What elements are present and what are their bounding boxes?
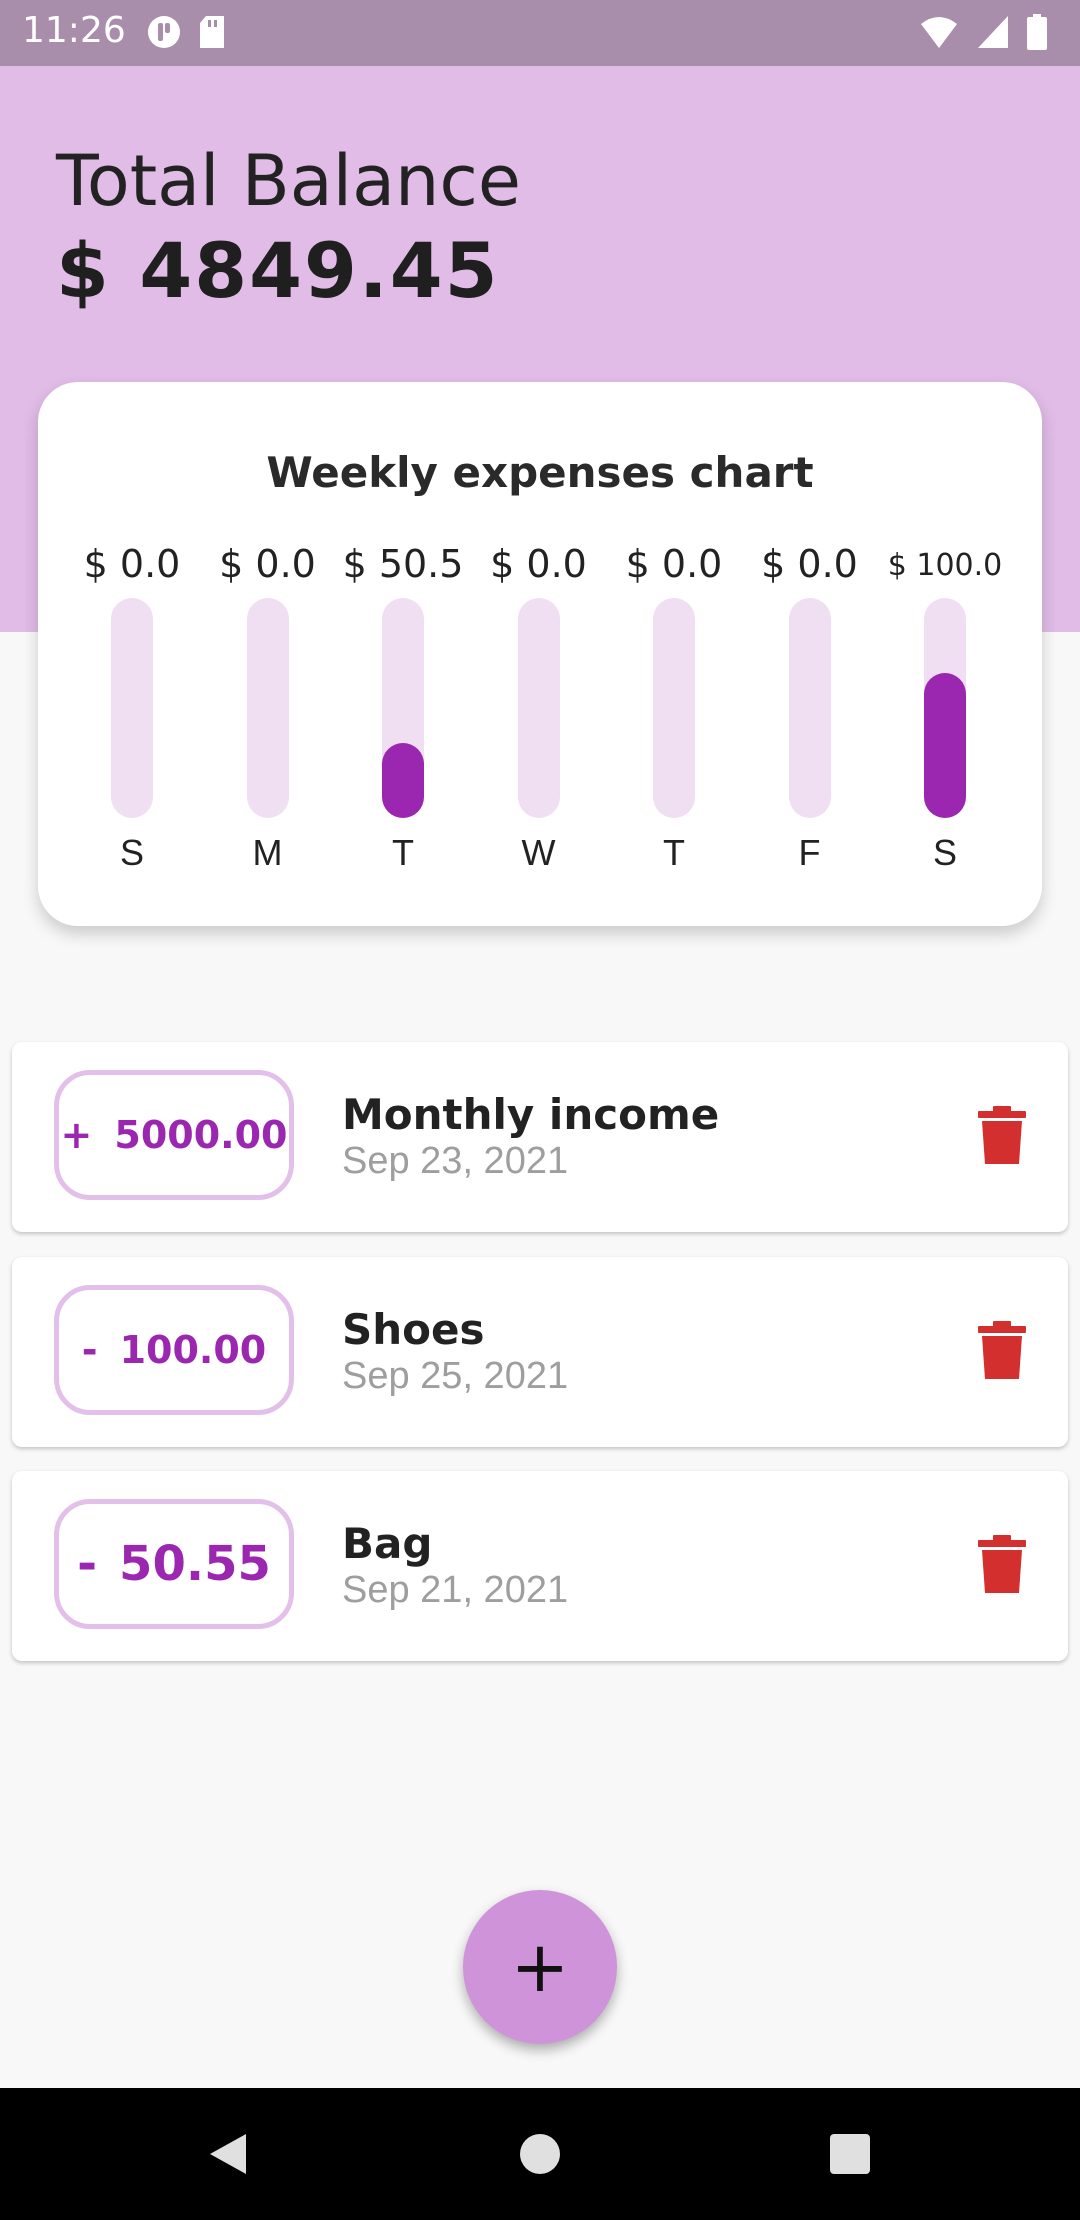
day-label: S (119, 832, 144, 873)
amount-sign: - (81, 1328, 98, 1372)
transaction-card[interactable]: -100.00 Shoes Sep 25, 2021 (12, 1257, 1068, 1447)
signal-icon (977, 16, 1008, 48)
amount-badge: -50.55 (54, 1499, 294, 1629)
transaction-card[interactable]: -50.55 Bag Sep 21, 2021 (12, 1471, 1068, 1661)
bar-track (111, 598, 153, 818)
amount-badge: +5000.00 (54, 1070, 294, 1200)
day-label: M (252, 832, 283, 873)
trash-icon[interactable] (978, 1535, 1026, 1593)
bar-track (924, 598, 966, 818)
bar-track (246, 598, 289, 818)
bar-track (382, 598, 424, 818)
bar-value-label: $ 0.0 (625, 542, 723, 586)
wifi-icon (921, 17, 958, 48)
amount-sign: - (77, 1536, 98, 1592)
balance-title: Total Balance (56, 140, 521, 222)
status-notification-icons (146, 14, 240, 50)
amount-value: 5000.00 (114, 1113, 288, 1157)
bar-fill (924, 672, 966, 818)
amount-value: 100.00 (119, 1328, 267, 1372)
add-transaction-button[interactable]: + (463, 1890, 617, 2044)
bar-value-label: $ 100.0 (887, 548, 1003, 583)
bar-track (788, 598, 831, 818)
battery-icon (1027, 14, 1047, 50)
status-system-icons (919, 14, 1060, 50)
amount-badge: -100.00 (54, 1285, 294, 1415)
weekly-expenses-chart: $ 0.0 S $ 0.0 M $ 50.5 T $ 0.0 W $ 0.0 T $ 0.0 F $ 1… (38, 382, 1042, 926)
recents-icon[interactable] (830, 2134, 870, 2174)
day-label: W (521, 832, 556, 873)
balance-amount: $ 4849.45 (56, 226, 500, 315)
home-icon[interactable] (520, 2134, 560, 2174)
system-nav-bar (0, 2088, 1080, 2220)
bar-value-label: $ 0.0 (83, 542, 181, 586)
bar-value-label: $ 0.0 (219, 542, 316, 586)
bar-value-label: $ 0.0 (490, 542, 587, 586)
weekly-chart-card: Weekly expenses chart $ 0.0 S $ 0.0 M $ 50.5… (38, 382, 1042, 926)
transaction-title: Bag (342, 1519, 433, 1568)
bar-track (517, 598, 560, 818)
back-icon[interactable] (206, 2130, 250, 2178)
bar-value-label: $ 50.5 (342, 542, 464, 586)
status-bar: 11:26 (0, 0, 1080, 66)
day-label: S (932, 832, 957, 873)
transaction-title: Shoes (342, 1305, 485, 1354)
app-notification-icon (148, 16, 180, 48)
amount-value: 50.55 (119, 1536, 271, 1592)
transaction-date: Sep 21, 2021 (342, 1569, 569, 1611)
plus-icon: + (510, 1926, 570, 2008)
status-time: 11:26 (22, 10, 126, 51)
transaction-date: Sep 25, 2021 (342, 1355, 569, 1397)
bar-fill (382, 743, 424, 818)
amount-sign: + (60, 1113, 93, 1157)
trash-icon[interactable] (978, 1321, 1026, 1379)
day-label: T (663, 832, 685, 873)
trash-icon[interactable] (978, 1106, 1026, 1164)
transaction-card[interactable]: +5000.00 Monthly income Sep 23, 2021 (12, 1042, 1068, 1232)
transaction-date: Sep 23, 2021 (342, 1140, 569, 1182)
sd-card-icon (200, 16, 225, 48)
day-label: F (798, 832, 821, 873)
day-label: T (392, 832, 414, 873)
bar-value-label: $ 0.0 (761, 542, 858, 586)
transaction-title: Monthly income (342, 1090, 720, 1139)
bar-track (653, 598, 695, 818)
